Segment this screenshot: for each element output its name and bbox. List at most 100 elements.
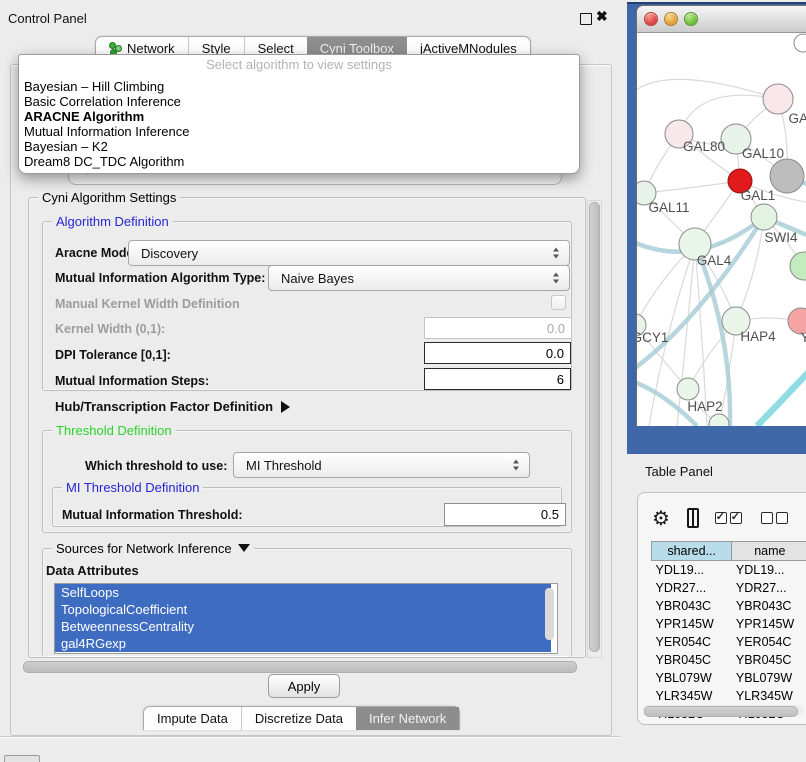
algorithm-option[interactable]: Bayesian – K2 (24, 139, 579, 154)
dpi-tolerance-label: DPI Tolerance [0,1]: (55, 348, 171, 362)
gear-icon[interactable]: ⚙ (652, 506, 670, 531)
node-SWI4[interactable] (751, 204, 777, 230)
node-label-GAL: GAL (788, 111, 806, 126)
settings-group-title: Cyni Algorithm Settings (38, 190, 180, 205)
columns-icon[interactable] (687, 508, 699, 528)
node-label-HAP2: HAP2 (687, 399, 722, 414)
tab-infer-network[interactable]: Infer Network (356, 707, 459, 730)
node-green-right[interactable] (790, 252, 806, 280)
attribute-item[interactable]: SelfLoops (55, 584, 551, 601)
hub-definition-label: Hub/Transcription Factor Definition (55, 399, 273, 414)
table-row[interactable]: YBR045CYBR045C9. (652, 651, 806, 669)
network-graph: GALGAL80GAL10GAL1GAL11SWI4GAL4GCY1HAP4YH… (637, 33, 806, 426)
network-edge[interactable] (757, 363, 806, 426)
tab-impute-data[interactable]: Impute Data (144, 707, 241, 730)
control-panel-title: Control Panel (8, 11, 87, 26)
table-row[interactable]: YER054CYER054C8. (652, 633, 806, 651)
which-threshold-label: Which threshold to use: (85, 459, 227, 473)
manual-kernel-width-checkbox[interactable] (551, 295, 566, 310)
list-scrollbar[interactable] (545, 588, 554, 640)
node-label-GCY1: GCY1 (637, 330, 668, 345)
node-label-SWI4: SWI4 (764, 230, 797, 245)
mi-algorithm-type-label: Mutual Information Algorithm Type: (55, 271, 265, 285)
float-window-icon[interactable] (580, 13, 592, 25)
table-row[interactable]: YBR043CYBR043C (652, 597, 806, 615)
hub-definition-toggle[interactable]: Hub/Transcription Factor Definition (55, 399, 290, 414)
algorithm-dropdown-popup: Select algorithm to view settings Bayesi… (18, 54, 580, 174)
tab-label: Infer Network (369, 711, 446, 726)
application-window: Control Panel ✖ NetworkStyleSelectCyni T… (0, 0, 806, 762)
sources-group-toggle[interactable]: Sources for Network Inference (52, 541, 254, 556)
algorithm-option[interactable]: Dream8 DC_TDC Algorithm (24, 154, 579, 169)
mi-threshold-input[interactable]: 0.5 (444, 503, 566, 526)
spinner-arrows-icon (513, 460, 520, 471)
node-attribute-table[interactable]: shared...nameA YDL19...YDL19...13YDR27..… (651, 541, 806, 723)
close-panel-icon[interactable]: ✖ (596, 8, 608, 25)
attribute-item[interactable]: gal4RGexp (55, 635, 551, 652)
data-attributes-label: Data Attributes (46, 563, 139, 578)
table-row[interactable]: YDR27...YDR27...12 (652, 579, 806, 597)
column-header[interactable]: name (732, 542, 806, 561)
cyni-bottom-tabbar: Impute Data Discretize Data Infer Network (143, 706, 460, 730)
close-window-icon[interactable] (644, 12, 658, 26)
kernel-width-input[interactable]: 0.0 (424, 317, 572, 339)
node-HAP2[interactable] (677, 378, 699, 400)
table-cell: YDL19... (652, 561, 732, 580)
table-cell: YER054C (732, 633, 806, 651)
scrollbar-thumb[interactable] (23, 661, 577, 673)
which-threshold-combobox[interactable]: MI Threshold (233, 452, 530, 478)
network-canvas[interactable]: GALGAL80GAL10GAL1GAL11SWI4GAL4GCY1HAP4YH… (637, 33, 806, 426)
algorithm-dropdown-placeholder: Select algorithm to view settings (19, 55, 579, 75)
table-row[interactable]: YLR345WYLR345W9. (652, 687, 806, 705)
settings-horizontal-scrollbar[interactable] (20, 660, 582, 672)
column-header[interactable]: shared... (652, 542, 732, 561)
node-bottom-partial[interactable] (709, 414, 729, 426)
spinner-arrows-icon (553, 248, 560, 259)
data-attributes-list[interactable]: SelfLoopsTopologicalCoefficientBetweenne… (54, 583, 558, 654)
settings-vertical-scrollbar[interactable] (587, 200, 602, 658)
table-cell: YDR27... (652, 579, 732, 597)
algorithm-definition-title: Algorithm Definition (52, 214, 173, 229)
expanded-arrow-icon (238, 544, 250, 552)
network-edge[interactable] (644, 181, 740, 193)
aracne-mode-combobox[interactable]: Discovery (128, 240, 570, 266)
mi-steps-input[interactable]: 6 (424, 368, 571, 390)
dpi-tolerance-input[interactable]: 0.0 (424, 342, 571, 364)
node-label-HAP4: HAP4 (740, 329, 776, 344)
node-pink-top[interactable] (763, 84, 793, 114)
network-window-titlebar[interactable] (637, 6, 806, 33)
node-label-GAL10: GAL10 (742, 146, 784, 161)
tab-discretize-data[interactable]: Discretize Data (241, 707, 356, 730)
manual-kernel-width-label: Manual Kernel Width Definition (55, 297, 240, 311)
table-row[interactable]: YBL079WYBL079W (652, 669, 806, 687)
mi-algorithm-type-combobox[interactable]: Naive Bayes (268, 265, 570, 291)
node-label-GAL1: GAL1 (741, 188, 776, 203)
scrollbar-thumb[interactable] (644, 706, 798, 717)
scrollbar-thumb[interactable] (589, 202, 600, 652)
tab-label: Impute Data (157, 711, 228, 726)
collapsed-arrow-icon (281, 401, 290, 413)
table-row[interactable]: YDL19...YDL19...13 (652, 561, 806, 580)
deselect-all-icon[interactable] (761, 512, 791, 524)
panel-divider (0, 736, 620, 737)
kernel-width-label: Kernel Width (0,1): (55, 322, 165, 336)
minimize-window-icon[interactable] (664, 12, 678, 26)
algorithm-option[interactable]: ARACNE Algorithm (24, 109, 579, 124)
select-all-icon[interactable] (715, 512, 745, 524)
apply-button[interactable]: Apply (268, 674, 340, 698)
mi-algorithm-type-value: Naive Bayes (281, 271, 354, 286)
zoom-window-icon[interactable] (684, 12, 698, 26)
aracne-mode-value: Discovery (141, 246, 198, 261)
attribute-item[interactable]: BetweennessCentrality (55, 618, 551, 635)
algorithm-option[interactable]: Bayesian – Hill Climbing (24, 79, 579, 94)
algorithm-option[interactable]: Mutual Information Inference (24, 124, 579, 139)
attribute-item[interactable]: TopologicalCoefficient (55, 601, 551, 618)
node-top-partial[interactable] (794, 34, 806, 52)
table-cell: YLR345W (732, 687, 806, 705)
algorithm-option[interactable]: Basic Correlation Inference (24, 94, 579, 109)
table-row[interactable]: YPR145WYPR145W9. (652, 615, 806, 633)
table-horizontal-scrollbar[interactable] (642, 705, 804, 716)
bottom-stub-button[interactable] (4, 755, 40, 762)
node-label-Y: Y (800, 330, 806, 345)
algorithm-dropdown-list: Bayesian – Hill ClimbingBasic Correlatio… (19, 75, 579, 169)
